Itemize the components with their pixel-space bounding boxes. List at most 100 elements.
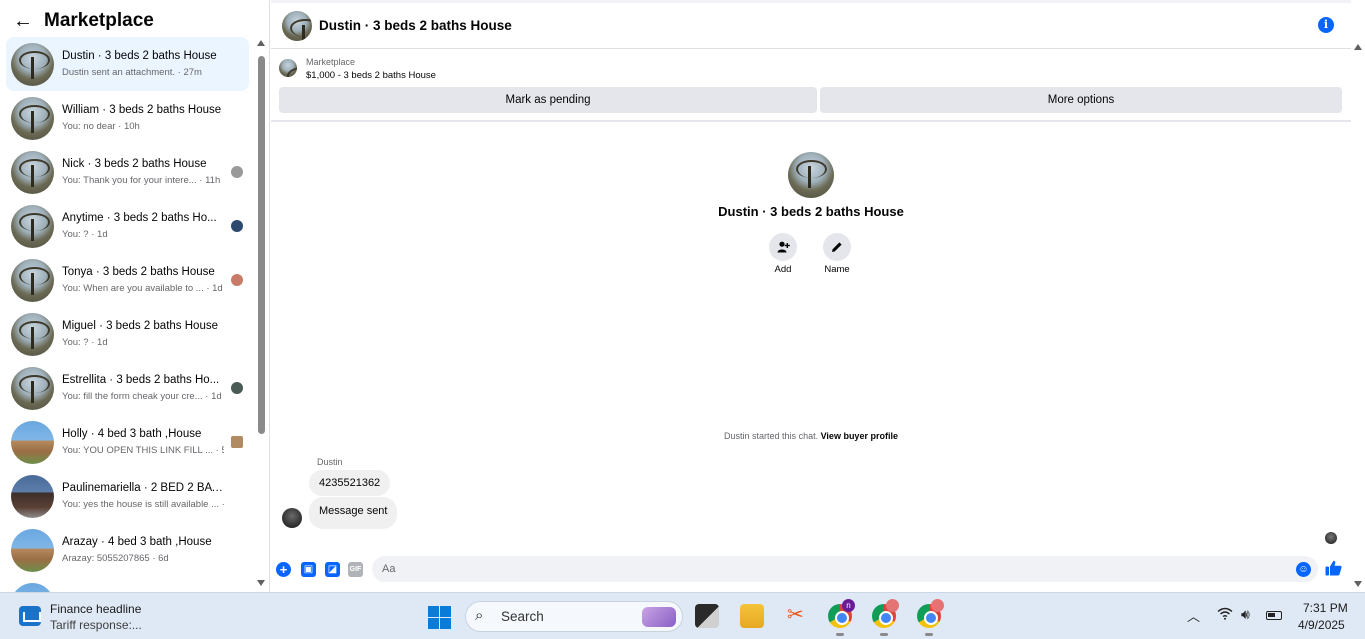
conversation-avatar [11, 312, 54, 356]
add-person-icon [769, 233, 797, 261]
view-buyer-profile-link[interactable]: View buyer profile [821, 431, 898, 441]
add-label: Add [774, 264, 792, 275]
volume-icon[interactable]: 🔊︎ [1241, 606, 1250, 623]
conversation-item[interactable]: Dustin · 3 beds 2 baths House Dustin sen… [6, 37, 249, 91]
conversation-avatar [11, 366, 54, 410]
conversation-item[interactable]: Holly · 4 bed 3 bath ,House You: YOU OPE… [6, 415, 249, 469]
chat-started-text: Dustin started this chat. [724, 431, 819, 441]
listing-thumbnail[interactable] [279, 59, 297, 77]
read-receipt-avatar [231, 220, 243, 232]
plus-icon[interactable]: + [276, 562, 291, 577]
read-receipt-avatar [231, 274, 243, 286]
file-explorer-icon[interactable] [740, 604, 764, 628]
scroll-down-arrow-icon[interactable] [257, 580, 265, 586]
edit-name-button[interactable]: Name [822, 233, 852, 275]
read-receipt-avatar [231, 166, 243, 178]
chat-pane: Dustin · 3 beds 2 baths House i Marketpl… [271, 0, 1351, 592]
thumbs-up-icon[interactable] [1325, 560, 1342, 581]
news-subtitle[interactable]: Tariff response:... [50, 618, 142, 632]
conversation-name: Miguel · 3 beds 2 baths House [62, 319, 218, 332]
conversation-avatar [11, 420, 54, 464]
conversation-item[interactable]: Nick · 3 beds 2 baths House You: Thank y… [6, 145, 249, 199]
more-options-button[interactable]: More options [820, 87, 1342, 113]
scroll-down-arrow-icon[interactable] [1354, 581, 1362, 587]
messenger-app: ← Marketplace Dustin · 3 beds 2 baths Ho… [0, 0, 1365, 592]
sidebar: ← Marketplace Dustin · 3 beds 2 baths Ho… [0, 0, 270, 592]
conversation-item[interactable] [6, 577, 249, 592]
running-indicator [880, 633, 888, 636]
conversation-avatar [11, 96, 54, 140]
chat-title[interactable]: Dustin · 3 beds 2 baths House [319, 18, 512, 33]
gif-icon[interactable]: GIF [348, 562, 363, 577]
add-people-button[interactable]: Add [768, 233, 798, 275]
read-receipt-avatar [231, 382, 243, 394]
scroll-up-arrow-icon[interactable] [257, 40, 265, 46]
back-arrow-icon[interactable]: ← [12, 10, 34, 33]
news-headline[interactable]: Finance headline [50, 602, 141, 616]
profile-name: Dustin · 3 beds 2 baths House [718, 204, 904, 219]
conversation-name: Tonya · 3 beds 2 baths House [62, 265, 215, 278]
marketplace-label: Marketplace [306, 57, 356, 67]
sticker-icon[interactable]: ◪ [325, 562, 340, 577]
battery-icon[interactable] [1266, 611, 1282, 620]
conversation-item[interactable]: Paulinemariella · 2 BED 2 BATH ... You: … [6, 469, 249, 523]
conversation-item[interactable]: Tonya · 3 beds 2 baths House You: When a… [6, 253, 249, 307]
message-composer: + ▣ ◪ GIF ☺ [271, 555, 1351, 585]
wifi-icon[interactable] [1217, 607, 1233, 623]
snipping-tool-icon[interactable] [785, 602, 809, 628]
conversation-snippet: You: Thank you for your intere... · 11h [62, 174, 221, 186]
conversation-name: Arazay · 4 bed 3 bath ,House [62, 535, 212, 548]
running-indicator [925, 633, 933, 636]
search-icon: ⌕ [475, 607, 484, 624]
conversation-item[interactable]: William · 3 beds 2 baths House You: no d… [6, 91, 249, 145]
message-bubble[interactable]: Message sent [309, 497, 398, 529]
conversation-avatar [11, 204, 54, 248]
conversation-avatar [11, 42, 54, 86]
taskbar-search[interactable]: ⌕ Search [465, 601, 683, 632]
chat-header: Dustin · 3 beds 2 baths House i [271, 3, 1351, 49]
conversation-snippet: You: YOU OPEN THIS LINK FILL ... · 5d [62, 444, 224, 456]
chat-profile-header: Dustin · 3 beds 2 baths House Add Name [271, 152, 1351, 275]
conversation-item[interactable]: Anytime · 3 beds 2 baths Ho... You: ? · … [6, 199, 249, 253]
info-icon[interactable]: i [1318, 17, 1334, 33]
conversation-snippet: You: yes the house is still available ..… [62, 498, 224, 510]
task-view-icon[interactable] [695, 604, 719, 628]
emoji-icon[interactable]: ☺ [1296, 562, 1311, 577]
conversation-name: Nick · 3 beds 2 baths House [62, 157, 207, 170]
conversation-item[interactable]: Arazay · 4 bed 3 bath ,House Arazay: 505… [6, 523, 249, 577]
chat-avatar[interactable] [282, 10, 312, 41]
conversation-snippet: You: When are you available to ... · 1d [62, 282, 223, 294]
listing-title[interactable]: $1,000 - 3 beds 2 baths House [306, 70, 436, 81]
conversation-snippet: You: ? · 1d [62, 228, 108, 240]
conversation-avatar [11, 150, 54, 194]
conversation-avatar [11, 528, 54, 572]
main-scrollbar[interactable] [1353, 44, 1363, 590]
windows-start-icon[interactable] [428, 606, 451, 629]
conversation-name: William · 3 beds 2 baths House [62, 103, 222, 116]
scroll-up-arrow-icon[interactable] [1354, 44, 1362, 50]
conversation-item[interactable]: Miguel · 3 beds 2 baths House You: ? · 1… [6, 307, 249, 361]
profile-badge-icon [886, 599, 899, 612]
name-label: Name [824, 264, 850, 275]
profile-actions: Add Name [768, 233, 852, 275]
message-bubble[interactable]: 4235521362 [309, 470, 391, 496]
profile-badge-icon [931, 599, 944, 612]
clock-date[interactable]: 4/9/2025 [1298, 618, 1345, 632]
clock-time[interactable]: 7:31 PM [1303, 601, 1348, 615]
running-indicator [836, 633, 844, 636]
scrollbar-thumb[interactable] [258, 56, 265, 434]
sender-avatar [282, 508, 302, 528]
profile-badge: n [842, 599, 855, 612]
conversation-item[interactable]: Estrellita · 3 beds 2 baths Ho... You: f… [6, 361, 249, 415]
read-receipt-avatar [231, 436, 243, 448]
photo-icon[interactable]: ▣ [301, 562, 316, 577]
search-highlight-icon [642, 607, 676, 627]
pencil-icon [823, 233, 851, 261]
news-widget-icon[interactable] [19, 606, 41, 626]
sidebar-title: Marketplace [44, 10, 154, 31]
message-input[interactable] [372, 556, 1318, 582]
mark-as-pending-button[interactable]: Mark as pending [279, 87, 817, 113]
conversation-avatar [11, 258, 54, 302]
chevron-up-icon[interactable]: ︿ [1187, 606, 1200, 625]
sidebar-scrollbar[interactable] [257, 40, 266, 590]
